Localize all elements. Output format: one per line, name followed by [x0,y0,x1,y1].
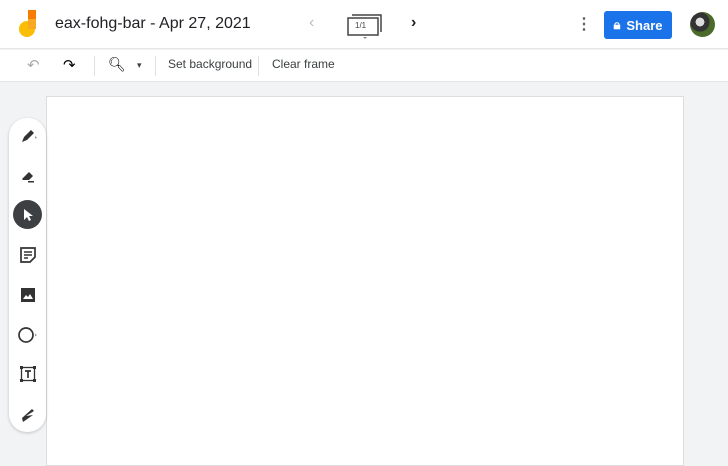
divider [258,56,259,76]
set-background-button[interactable]: Set background [168,57,252,71]
frame-bar-button[interactable]: 1/1 [347,12,383,39]
document-title[interactable]: eax-fohg-bar - Apr 27, 2021 [55,15,251,33]
divider [94,56,95,76]
toolbar: ↶ ↷ 🔍︎ ▾ Set background Clear frame [0,50,728,82]
pen-tool[interactable] [13,121,42,150]
laser-tool[interactable] [13,399,42,428]
redo-icon[interactable]: ↷ [63,56,76,74]
header-bar: eax-fohg-bar - Apr 27, 2021 ‹ 1/1 › ⋮ 🔒︎… [0,0,728,49]
next-frame-button[interactable]: › [411,14,416,32]
frame-counter: 1/1 [355,21,367,30]
more-options-icon[interactable]: ⋮ [576,14,592,34]
avatar[interactable] [690,12,715,37]
text-box-tool[interactable] [13,359,42,388]
select-tool[interactable] [13,200,42,229]
eraser-tool[interactable] [13,161,42,190]
tool-palette [9,118,46,432]
previous-frame-button[interactable]: ‹ [309,14,314,32]
zoom-dropdown-icon[interactable]: ▾ [137,60,142,71]
whiteboard-canvas[interactable] [46,96,684,466]
zoom-icon[interactable]: 🔍︎ [108,56,126,73]
undo-icon[interactable]: ↶ [27,56,40,74]
sticky-note-tool[interactable] [13,240,42,269]
circle-tool[interactable] [13,320,42,349]
divider [155,56,156,76]
share-button[interactable]: 🔒︎ Share [604,11,672,39]
jamboard-logo [19,10,36,37]
image-tool[interactable] [13,280,42,309]
clear-frame-button[interactable]: Clear frame [272,57,335,71]
lock-icon: 🔒︎ [613,17,621,32]
